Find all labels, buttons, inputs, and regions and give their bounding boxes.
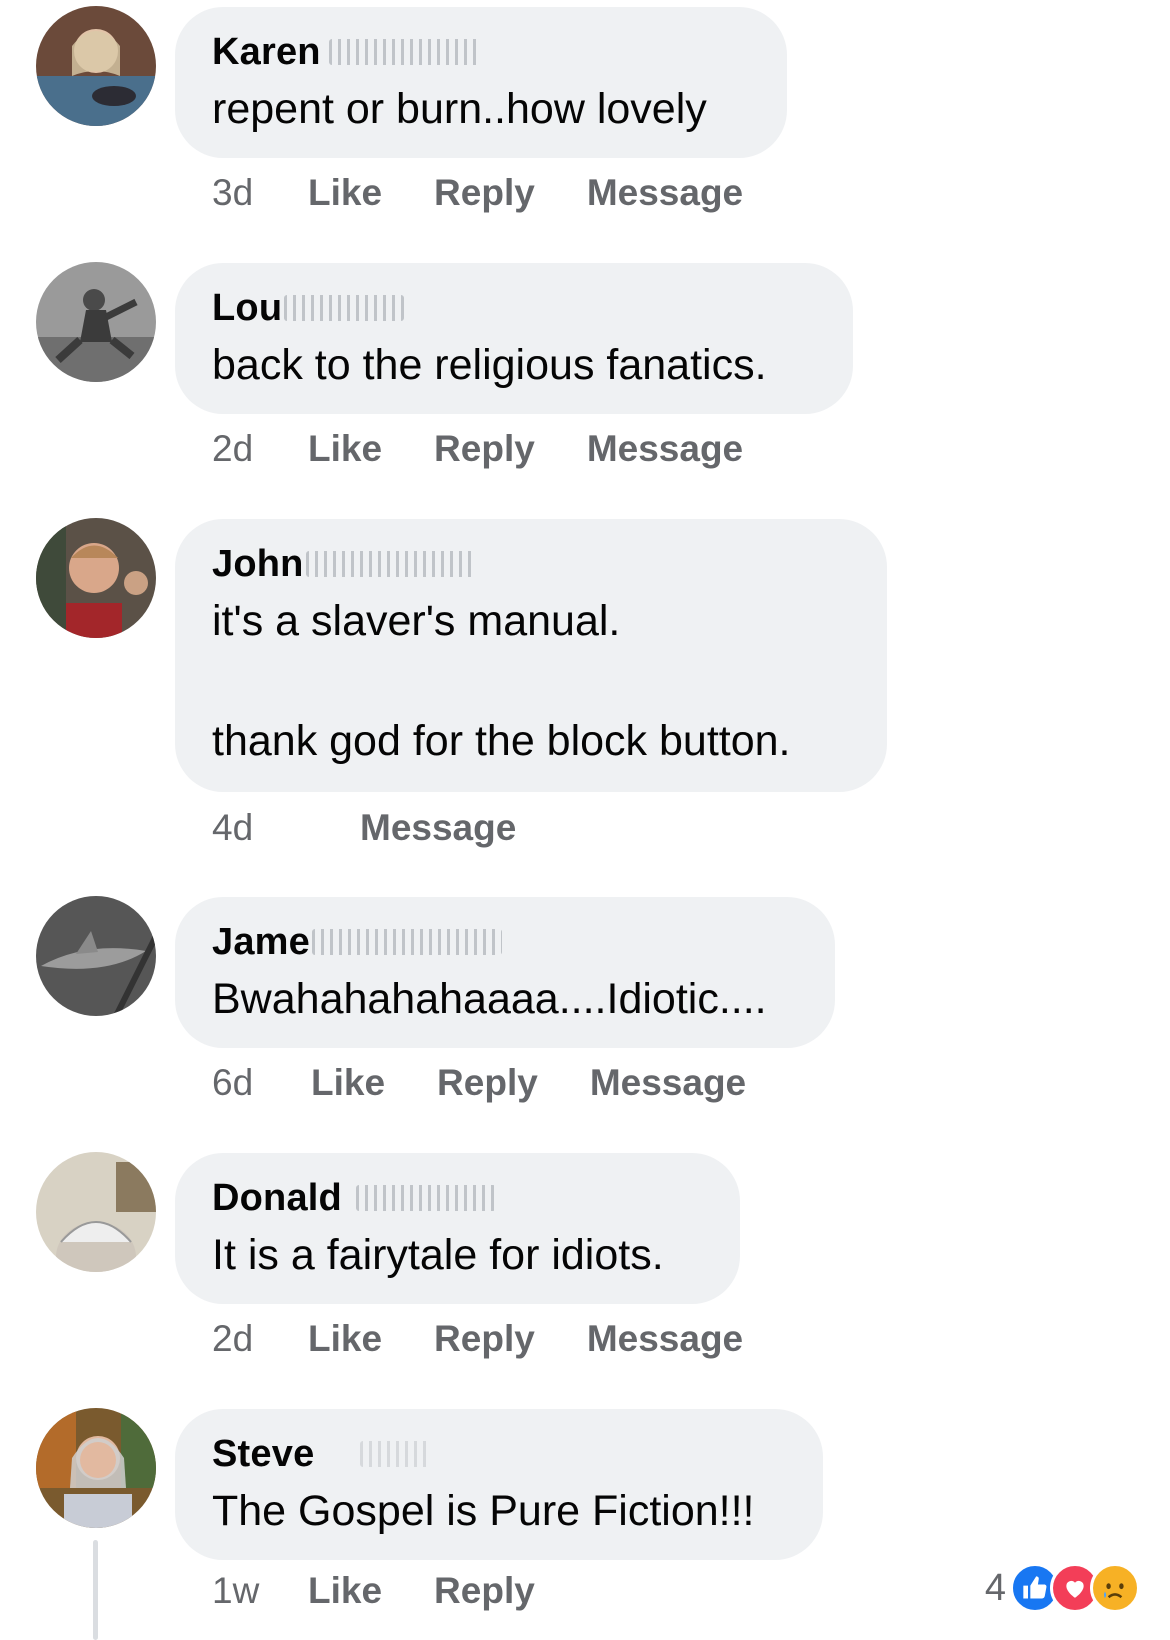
comment-author[interactable]: Jame [212, 921, 310, 964]
comment-bubble: John it's a slaver's manual. thank god f… [175, 519, 887, 792]
reaction-count: 4 [984, 1566, 1006, 1609]
reply-button[interactable]: Reply [434, 428, 535, 470]
comment-author[interactable]: Donald [212, 1177, 342, 1220]
avatar[interactable] [36, 896, 156, 1016]
comment-time[interactable]: 6d [212, 1062, 311, 1104]
reply-button[interactable]: Reply [437, 1062, 538, 1104]
reply-button[interactable]: Reply [434, 1570, 535, 1612]
comment-author[interactable]: Karen [212, 31, 321, 74]
redacted-surname [312, 929, 502, 955]
comment-text: The Gospel is Pure Fiction!!! [212, 1487, 755, 1535]
message-button[interactable]: Message [587, 428, 743, 470]
comment-bubble: Lou back to the religious fanatics. [175, 263, 853, 414]
avatar[interactable] [36, 518, 156, 638]
reply-button[interactable]: Reply [434, 172, 535, 214]
comment-author[interactable]: Steve [212, 1433, 314, 1476]
comment-time[interactable]: 3d [212, 172, 308, 214]
avatar[interactable] [36, 262, 156, 382]
reply-thread-line [93, 1540, 98, 1640]
message-button[interactable]: Message [587, 172, 743, 214]
redacted-surname [305, 551, 476, 577]
like-button[interactable]: Like [308, 1318, 382, 1360]
like-button[interactable]: Like [308, 428, 382, 470]
comment-time[interactable]: 1w [212, 1570, 308, 1612]
redacted-surname [284, 295, 405, 321]
like-button[interactable]: Like [308, 1570, 382, 1612]
reaction-summary[interactable]: 4 [985, 1563, 1140, 1613]
like-button[interactable]: Like [311, 1062, 385, 1104]
comment-bubble: Jame Bwahahahahaaaa....Idiotic.... [175, 897, 835, 1048]
like-button[interactable]: Like [308, 172, 382, 214]
comment-actions: 2d Like Reply Message [212, 428, 795, 470]
redacted-surname [360, 1441, 431, 1467]
reply-button[interactable]: Reply [434, 1318, 535, 1360]
comment-author[interactable]: John [212, 543, 304, 586]
comment-actions: 6d Like Reply Message [212, 1062, 798, 1104]
comment-actions: 1w Like Reply [212, 1570, 587, 1612]
comment-author[interactable]: Lou [212, 287, 282, 330]
comment-actions: 2d Like Reply Message [212, 1318, 795, 1360]
comment-time[interactable]: 4d [212, 807, 360, 849]
comment-text: repent or burn..how lovely [212, 85, 707, 133]
comment-text: back to the religious fanatics. [212, 341, 767, 389]
comment-actions: 3d Like Reply Message [212, 172, 795, 214]
comment-text: It is a fairytale for idiots. [212, 1231, 664, 1279]
comment-text: Bwahahahahaaaa....Idiotic.... [212, 975, 767, 1023]
comment-bubble: Donald It is a fairytale for idiots. [175, 1153, 740, 1304]
comment-text: it's a slaver's manual. thank god for th… [212, 597, 791, 765]
message-button[interactable]: Message [587, 1318, 743, 1360]
avatar[interactable] [36, 1408, 156, 1528]
sad-icon [1090, 1563, 1140, 1613]
message-button[interactable]: Message [590, 1062, 746, 1104]
redacted-surname [328, 39, 479, 65]
message-button[interactable]: Message [360, 807, 516, 849]
comment-time[interactable]: 2d [212, 1318, 308, 1360]
comment-bubble: Steve The Gospel is Pure Fiction!!! [175, 1409, 823, 1560]
comment-bubble: Karen repent or burn..how lovely [175, 7, 787, 158]
avatar[interactable] [36, 1152, 156, 1272]
redacted-surname [355, 1185, 496, 1211]
comment-time[interactable]: 2d [212, 428, 308, 470]
comment-actions: 4d Message [212, 807, 568, 849]
avatar[interactable] [36, 6, 156, 126]
